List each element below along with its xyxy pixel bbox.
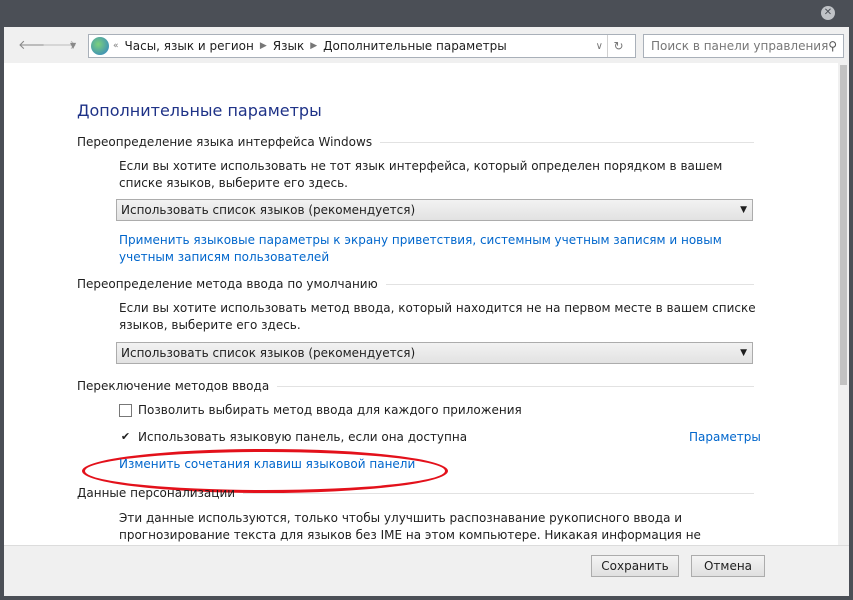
ui-language-select[interactable]: Использовать список языков (рекомендуетс… [116,199,753,221]
section-ui-language: Переопределение языка интерфейса Windows [77,135,754,149]
checkmark-icon[interactable]: ✔ [119,430,132,444]
search-placeholder: Поиск в панели управления [651,39,829,53]
hotkeys-link[interactable]: Изменить сочетания клавиш языковой панел… [119,457,415,471]
section-switching: Переключение методов ввода [77,379,754,393]
section-heading: Переключение методов ввода [77,379,270,393]
checkbox-unchecked[interactable] [119,403,132,417]
chevron-down-icon: ▼ [740,205,747,215]
input-method-select[interactable]: Использовать список языков (рекомендуетс… [116,342,753,364]
cancel-button[interactable]: Отмена [691,555,765,577]
save-button[interactable]: Сохранить [591,555,679,577]
options-link[interactable]: Параметры [689,430,761,444]
section-input-method: Переопределение метода ввода по умолчани… [77,277,754,291]
refresh-icon[interactable]: ↻ [607,35,629,57]
apply-welcome-screen-link[interactable]: Применить языковые параметры к экрану пр… [119,232,759,266]
page-title: Дополнительные параметры [77,101,322,120]
breadcrumb-overflow[interactable]: « [113,41,119,51]
address-bar[interactable]: « Часы, язык и регион ▶ Язык ▶ Дополните… [88,34,636,58]
checkbox-label: Использовать языковую панель, если она д… [138,430,468,444]
ui-language-description: Если вы хотите использовать не тот язык … [119,159,723,190]
vertical-scrollbar[interactable] [838,63,849,545]
region-icon [91,37,109,55]
address-dropdown-icon[interactable]: ∨ [596,41,603,52]
breadcrumb-separator-icon[interactable]: ▶ [260,41,267,51]
checkbox-label: Позволить выбирать метод ввода для каждо… [138,403,522,417]
select-value: Использовать список языков (рекомендуетс… [121,203,416,217]
close-icon[interactable]: ✕ [821,6,835,20]
section-personalization: Данные персонализации [77,486,754,500]
breadcrumb-advanced[interactable]: Дополнительные параметры [323,39,507,53]
personalization-description: Эти данные используются, только чтобы ул… [119,511,701,542]
input-method-description: Если вы хотите использовать метод ввода,… [119,301,756,332]
navigation-bar: 🡐 🡒 ▼ « Часы, язык и регион ▶ Язык ▶ Доп… [4,27,849,63]
select-value: Использовать список языков (рекомендуетс… [121,346,416,360]
breadcrumb-separator-icon[interactable]: ▶ [310,41,317,51]
footer: Сохранить Отмена [4,545,849,596]
section-heading: Переопределение метода ввода по умолчани… [77,277,378,291]
recent-chevron-icon[interactable]: ▼ [70,41,76,50]
breadcrumb-clock-language-region[interactable]: Часы, язык и регион [125,39,254,53]
language-bar-checkbox[interactable]: ✔ Использовать языковую панель, если она … [119,430,467,444]
content-area: Дополнительные параметры Переопределение… [4,63,838,545]
title-bar: ✕ [0,0,853,27]
breadcrumb-language[interactable]: Язык [273,39,304,53]
chevron-down-icon: ▼ [740,348,747,358]
window: 🡐 🡒 ▼ « Часы, язык и регион ▶ Язык ▶ Доп… [4,27,849,596]
section-heading: Переопределение языка интерфейса Windows [77,135,373,149]
section-heading: Данные персонализации [77,486,236,500]
per-app-input-checkbox[interactable]: Позволить выбирать метод ввода для каждо… [119,403,522,417]
search-icon[interactable]: ⚲ [828,35,837,57]
scrollbar-thumb[interactable] [840,65,847,385]
search-input[interactable]: Поиск в панели управления ⚲ [643,34,844,58]
